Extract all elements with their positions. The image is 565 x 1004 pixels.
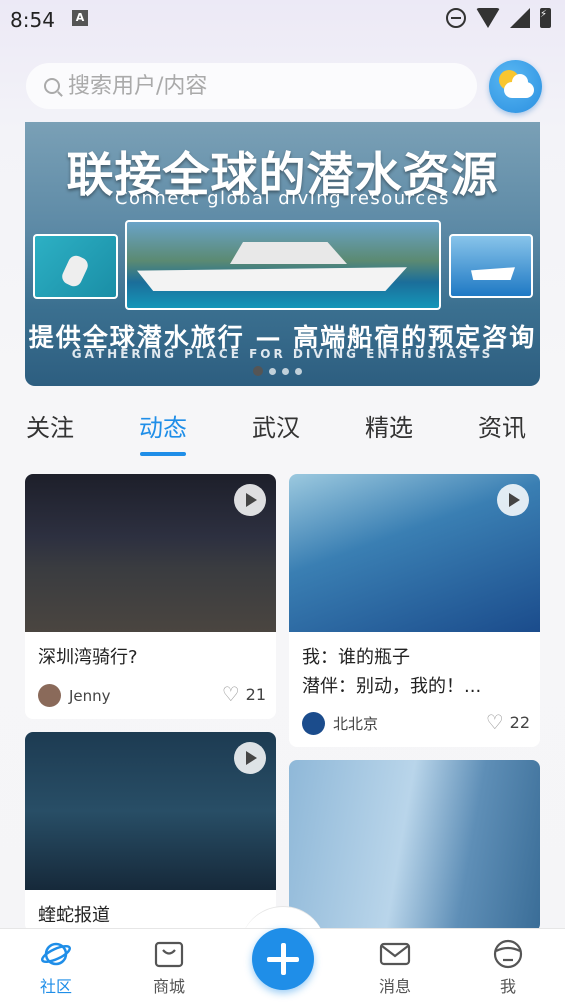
avatar [302, 712, 325, 735]
card-thumbnail [289, 760, 540, 932]
mail-icon [379, 939, 411, 969]
promo-banner[interactable]: 联接全球的潜水资源 Connect global diving resource… [25, 122, 540, 386]
pagination-dot[interactable] [282, 367, 289, 375]
nav-shop[interactable]: 商城 [134, 939, 204, 997]
tab-featured[interactable]: 精选 [365, 408, 413, 443]
battery-icon [540, 8, 551, 28]
status-icons [446, 8, 551, 28]
weather-button[interactable] [489, 60, 542, 113]
signal-icon [510, 8, 530, 28]
tab-news[interactable]: 资讯 [478, 408, 526, 443]
banner-photo-speedboat [449, 234, 533, 298]
nav-label: 消息 [378, 977, 411, 996]
pagination-dot[interactable] [269, 367, 276, 375]
wifi-icon [476, 8, 500, 28]
card-title-line2: 潜伴：别动，我的！... [302, 676, 482, 697]
banner-pagination [253, 366, 302, 376]
like-counter[interactable]: ♡ 21 [222, 684, 266, 704]
notification-icon: A [72, 10, 88, 26]
search-input[interactable] [68, 73, 448, 99]
author-name: 北北京 [333, 715, 379, 733]
dnd-icon [446, 8, 466, 28]
banner-tagline-en: GATHERING PLACE FOR DIVING ENTHUSIASTS [71, 347, 494, 361]
cloud-icon [504, 74, 534, 98]
nav-messages[interactable]: 消息 [360, 939, 430, 997]
card-thumbnail [25, 732, 276, 890]
nav-label: 社区 [39, 977, 72, 996]
planet-icon [40, 939, 72, 969]
search-icon [44, 78, 60, 94]
heart-icon: ♡ [221, 682, 240, 706]
play-icon [234, 484, 266, 516]
card-title: 深圳湾骑行? [38, 647, 138, 668]
feed-card[interactable] [289, 760, 540, 932]
category-tabs: 关注 动态 武汉 精选 资讯 [0, 408, 565, 458]
avatar [38, 684, 61, 707]
pagination-dot[interactable] [295, 367, 302, 375]
like-counter[interactable]: ♡ 22 [486, 712, 530, 732]
play-icon [234, 742, 266, 774]
nav-label: 我 [499, 977, 516, 996]
card-title: 蝰蛇报道 [38, 905, 110, 926]
card-author[interactable]: 北北京 [302, 712, 378, 735]
banner-photo-yacht [125, 220, 441, 310]
play-icon [497, 484, 529, 516]
shopping-bag-icon [153, 939, 185, 969]
tab-follow[interactable]: 关注 [26, 408, 74, 443]
nav-community[interactable]: 社区 [21, 939, 91, 997]
card-thumbnail [289, 474, 540, 632]
tab-feed[interactable]: 动态 [139, 408, 187, 443]
add-post-button[interactable] [252, 928, 314, 990]
card-thumbnail [25, 474, 276, 632]
banner-photo-jetski [33, 234, 118, 299]
card-author[interactable]: Jenny [38, 684, 111, 707]
status-time: 8:54 [10, 8, 55, 32]
status-bar: 8:54 A [0, 0, 565, 40]
like-count: 22 [509, 712, 530, 732]
active-tab-indicator [140, 452, 186, 456]
feed-card[interactable]: 蝰蛇报道 [25, 732, 276, 932]
pagination-dot-active[interactable] [253, 366, 263, 376]
card-title-line1: 我：谁的瓶子 [302, 647, 410, 668]
nav-me[interactable]: 我 [473, 939, 543, 997]
heart-icon: ♡ [485, 710, 504, 734]
author-name: Jenny [69, 686, 111, 705]
search-bar[interactable] [26, 63, 477, 109]
tab-wuhan[interactable]: 武汉 [252, 408, 300, 443]
feed-card[interactable]: 我：谁的瓶子 潜伴：别动，我的！... 北北京 ♡ 22 [289, 474, 540, 747]
profile-face-icon [492, 939, 524, 969]
banner-subtitle: Connect global diving resources [114, 188, 451, 209]
feed-card[interactable]: 深圳湾骑行? Jenny ♡ 21 [25, 474, 276, 719]
like-count: 21 [245, 684, 266, 704]
nav-label: 商城 [152, 977, 185, 996]
